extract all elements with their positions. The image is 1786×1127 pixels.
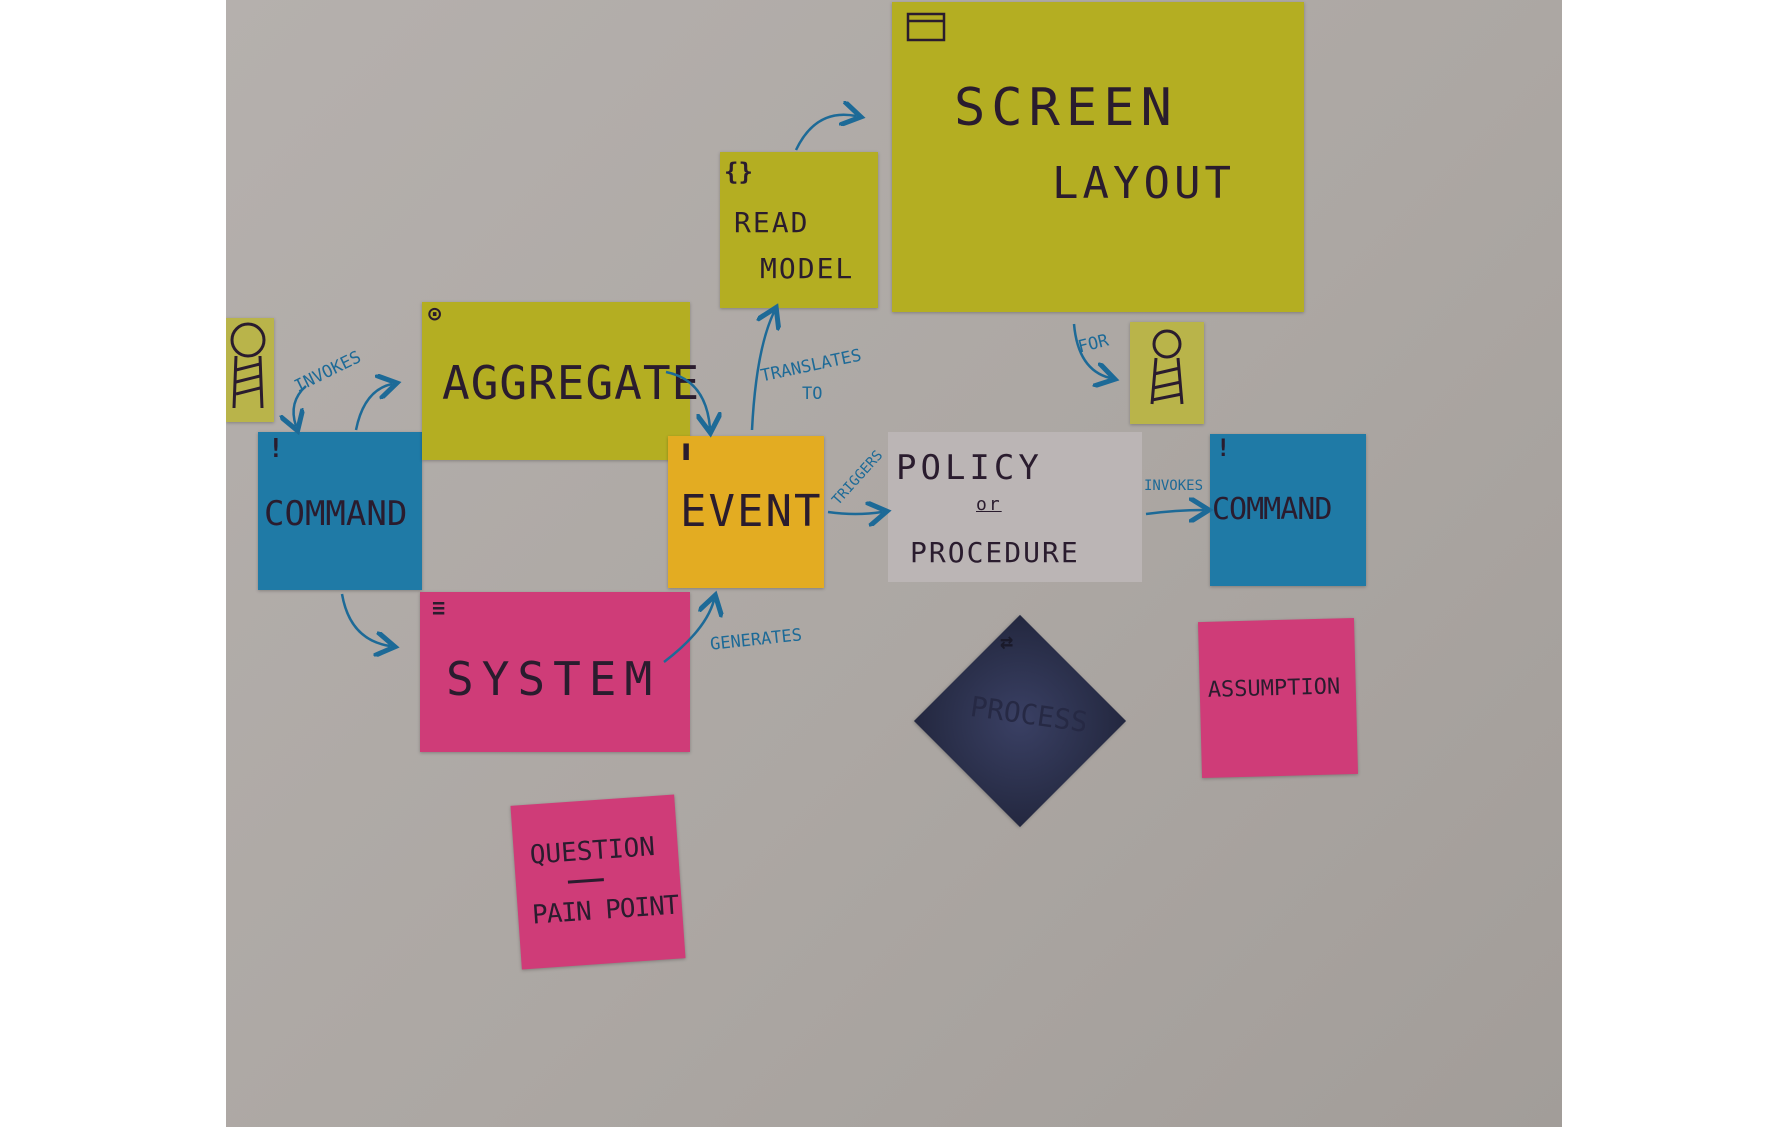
arrow-event-to-policy bbox=[827, 512, 882, 514]
arrow-read-model-to-screen bbox=[794, 115, 856, 151]
connector-arrows bbox=[226, 0, 1562, 663]
arrow-command-to-system bbox=[340, 593, 390, 646]
arrow-policy-to-command bbox=[1145, 510, 1204, 514]
invokes-label-right: INVOKES bbox=[1144, 478, 1204, 494]
translates-label-line2: TO bbox=[802, 384, 823, 404]
arrow-aggregate-to-event bbox=[665, 370, 710, 428]
whiteboard-wall: ! COMMAND ⊙ AGGREGATE ≡ SYSTEM {} READ M… bbox=[226, 0, 1562, 1127]
arrow-command-to-aggregate bbox=[354, 384, 392, 431]
arrow-system-to-event bbox=[663, 600, 714, 663]
